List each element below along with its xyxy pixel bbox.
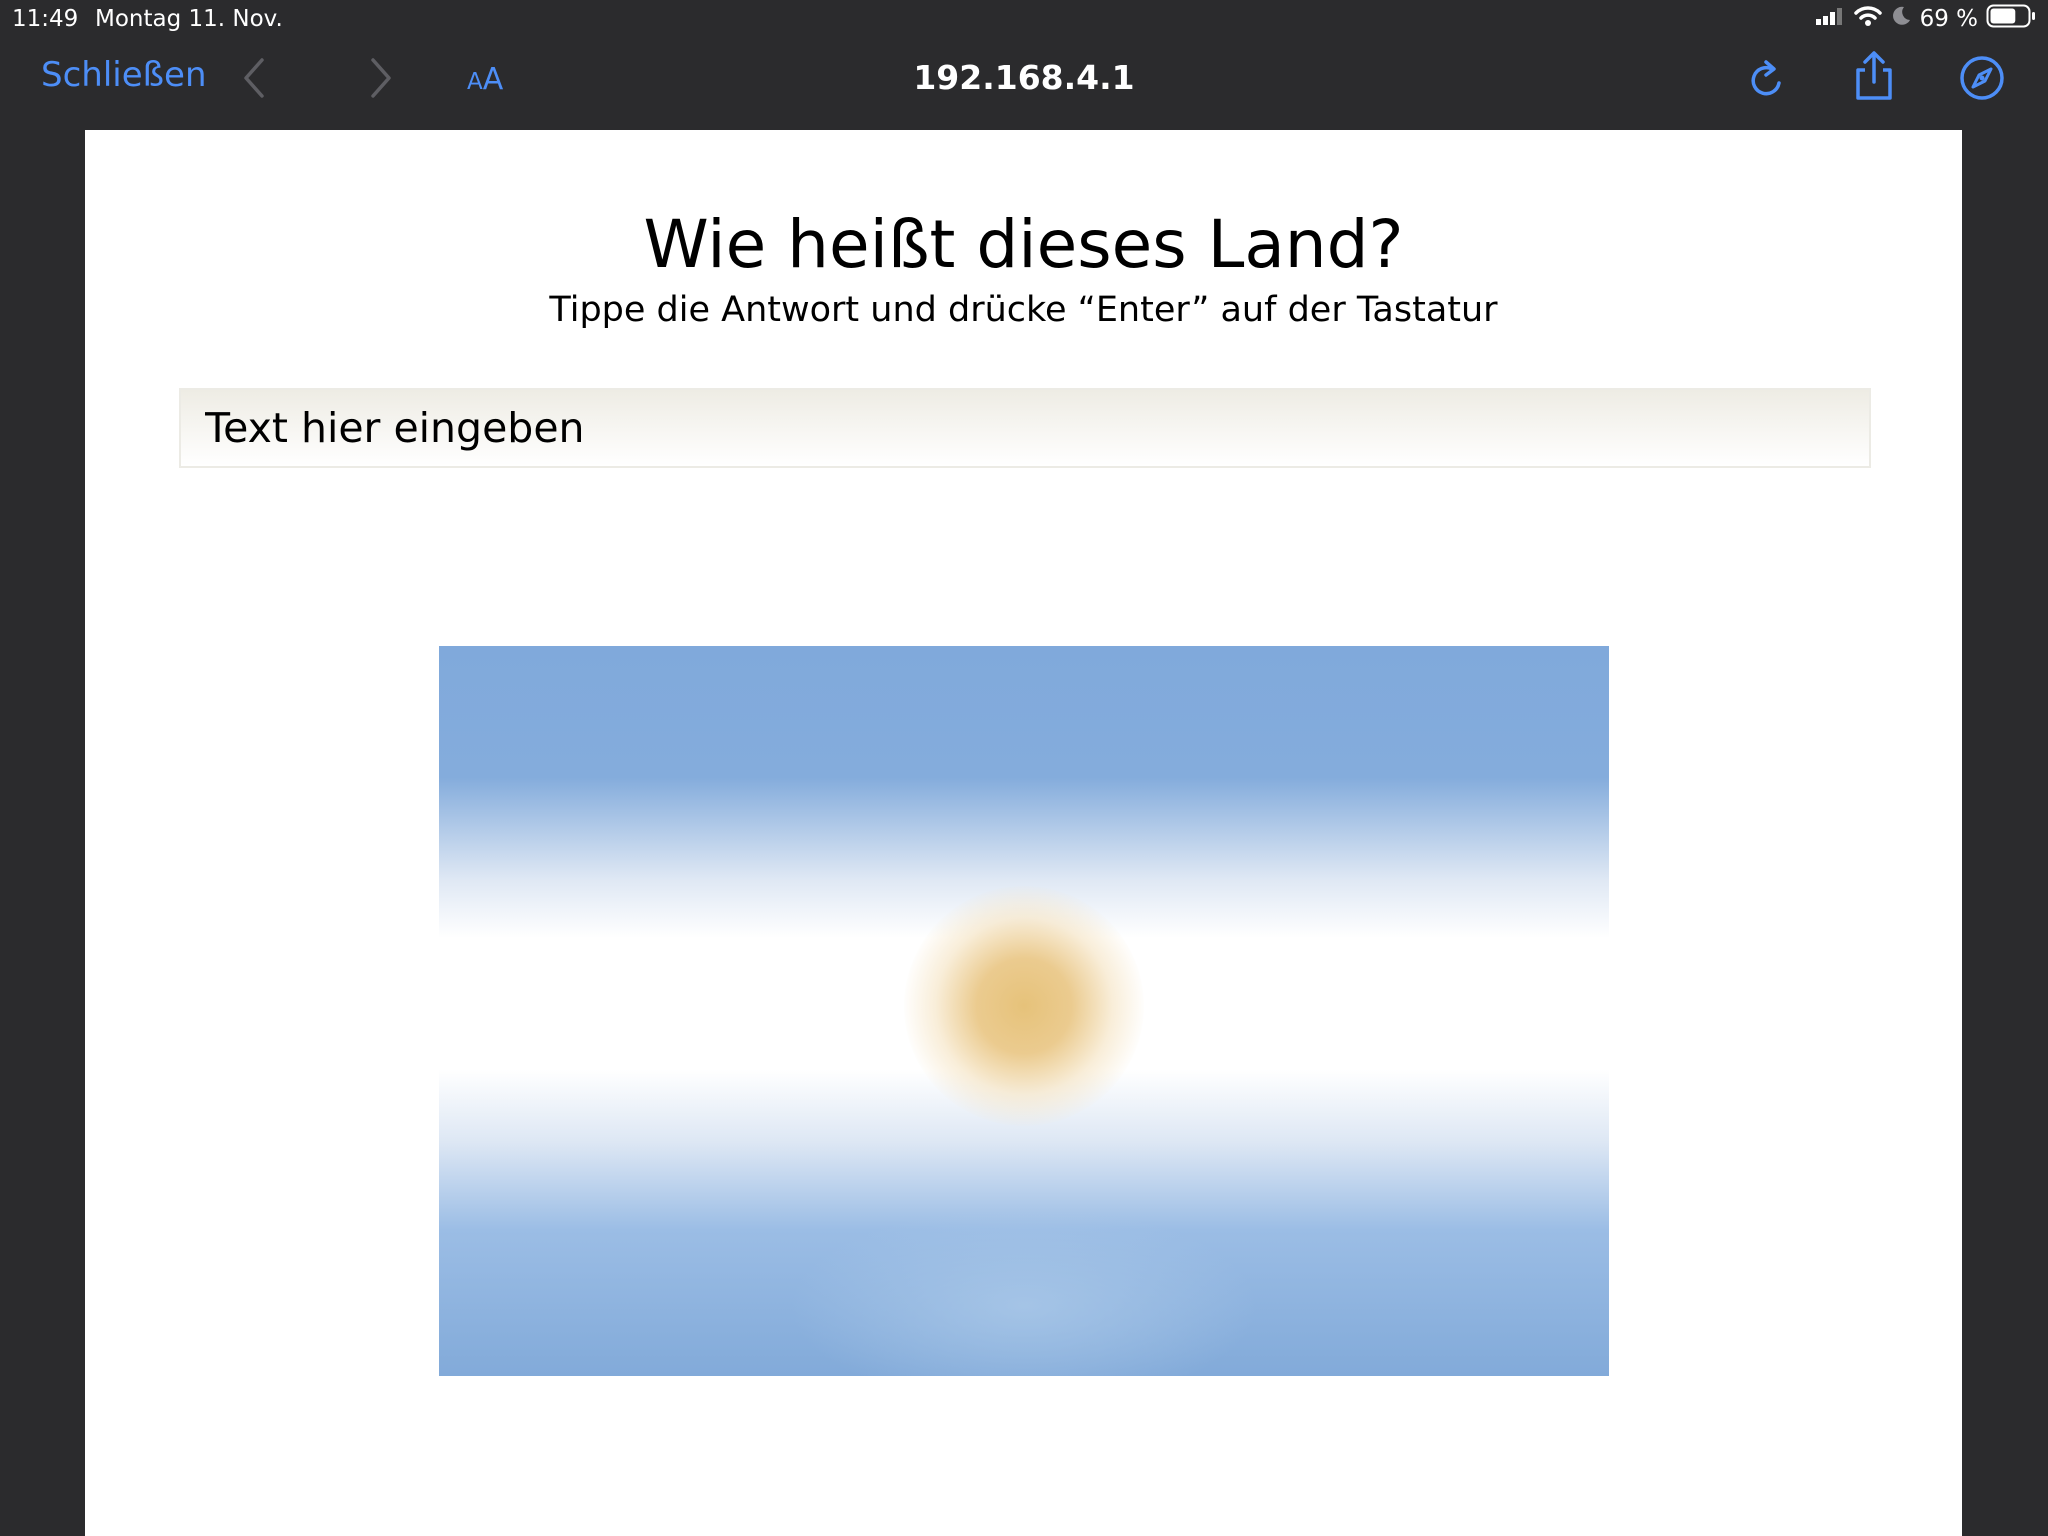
compass-icon[interactable] — [1958, 54, 2006, 106]
signal-icon — [1815, 6, 1846, 32]
share-icon[interactable] — [1852, 50, 1896, 106]
url-display[interactable]: 192.168.4.1 — [0, 58, 2048, 97]
flag-sun — [904, 886, 1144, 1126]
moon-icon — [1890, 5, 1912, 33]
status-indicators: 69 % — [1815, 4, 2036, 34]
battery-icon — [1986, 4, 2036, 34]
status-bar: 11:49 Montag 11. Nov. 69 % — [0, 0, 2048, 38]
status-date: Montag 11. Nov. — [95, 6, 283, 32]
reload-icon[interactable] — [1746, 56, 1788, 106]
web-page: Wie heißt dieses Land? Tippe die Antwort… — [85, 130, 1962, 1536]
flag-glow — [789, 1206, 1259, 1376]
wifi-icon — [1853, 5, 1882, 33]
battery-percent: 69 % — [1919, 6, 1978, 32]
browser-toolbar: Schließen AA 192.168.4.1 — [0, 38, 2048, 130]
status-time: 11:49 — [12, 6, 79, 32]
flag-image — [439, 646, 1609, 1376]
page-title: Wie heißt dieses Land? — [643, 206, 1404, 283]
page-subtitle: Tippe die Antwort und drücke “Enter” auf… — [549, 290, 1498, 330]
answer-input[interactable] — [179, 388, 1871, 468]
